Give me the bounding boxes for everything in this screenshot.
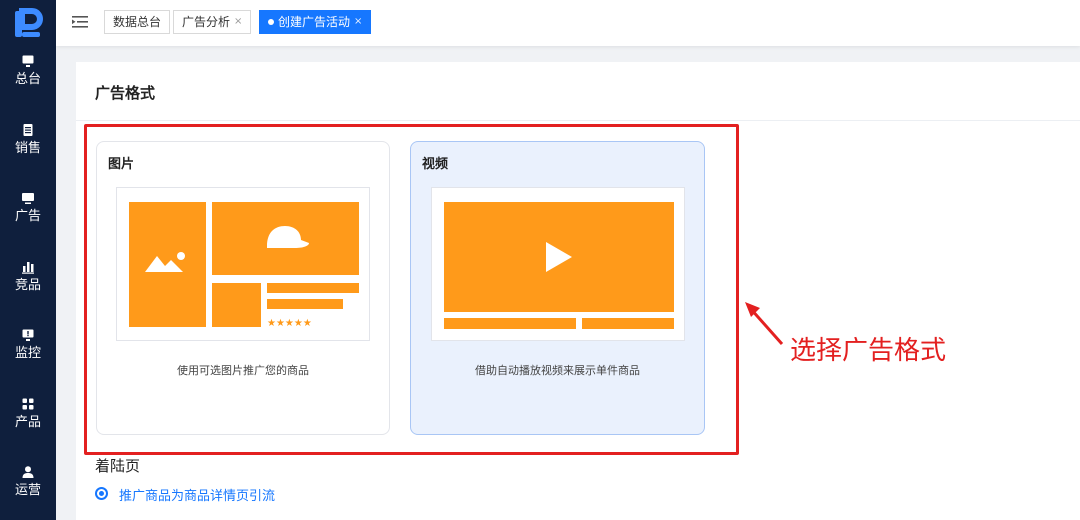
tab-create-ad-campaign[interactable]: 创建广告活动 ×: [259, 10, 372, 34]
sidebar-item-label: 产品: [14, 415, 41, 430]
sidebar-item-dashboard[interactable]: 总台: [0, 54, 56, 106]
close-icon[interactable]: ×: [354, 11, 362, 33]
ad-icon: [22, 193, 34, 204]
annotation-arrow-icon: [745, 302, 784, 345]
document-icon: [23, 124, 33, 136]
monitor-icon: [22, 55, 34, 67]
tab-data-dashboard[interactable]: 数据总台: [104, 10, 171, 34]
bar-chart-icon: [22, 262, 34, 274]
landing-page-label: 着陆页: [95, 457, 141, 475]
sidebar-item-label: 竞品: [14, 278, 41, 293]
divider: [76, 120, 1080, 121]
tab-label: 广告分析: [182, 15, 231, 29]
sidebar-item-label: 运营: [14, 483, 41, 498]
sidebar-item-label: 广告: [14, 209, 41, 224]
annotation-text: 选择广告格式: [790, 336, 947, 366]
tab-ad-analysis[interactable]: 广告分析 ×: [173, 10, 252, 34]
user-icon: [22, 466, 34, 478]
sidebar-item-monitoring[interactable]: 监控: [0, 328, 56, 380]
tab-label: 数据总台: [113, 15, 162, 29]
sidebar-item-label: 总台: [14, 72, 41, 87]
landing-page-radio[interactable]: [95, 487, 108, 500]
sidebar-item-operations[interactable]: 运营: [0, 465, 56, 517]
landing-page-option-label[interactable]: 推广商品为商品详情页引流: [119, 485, 275, 504]
section-title: 广告格式: [95, 84, 156, 102]
sidebar-item-ads[interactable]: 广告: [0, 191, 56, 243]
app-logo[interactable]: [12, 8, 44, 40]
close-icon[interactable]: ×: [234, 11, 242, 33]
tab-label: 创建广告活动: [278, 15, 351, 29]
top-bar: 数据总台 广告分析 × 创建广告活动 ×: [56, 0, 1080, 46]
annotation-highlight-frame: [84, 124, 739, 455]
active-dot-icon: [268, 19, 274, 25]
sidebar-item-label: 销售: [14, 141, 41, 156]
sidebar-item-sales[interactable]: 销售: [0, 123, 56, 175]
sidebar: 总台 销售 广告 竞品 监控 产品 运营: [0, 0, 56, 520]
menu-collapse-icon[interactable]: [72, 15, 88, 29]
sidebar-item-label: 监控: [14, 346, 41, 361]
sidebar-item-products[interactable]: 产品: [0, 397, 56, 449]
grid-icon: [22, 398, 34, 410]
sidebar-item-competitors[interactable]: 竞品: [0, 260, 56, 312]
monitor-alert-icon: [22, 329, 34, 341]
